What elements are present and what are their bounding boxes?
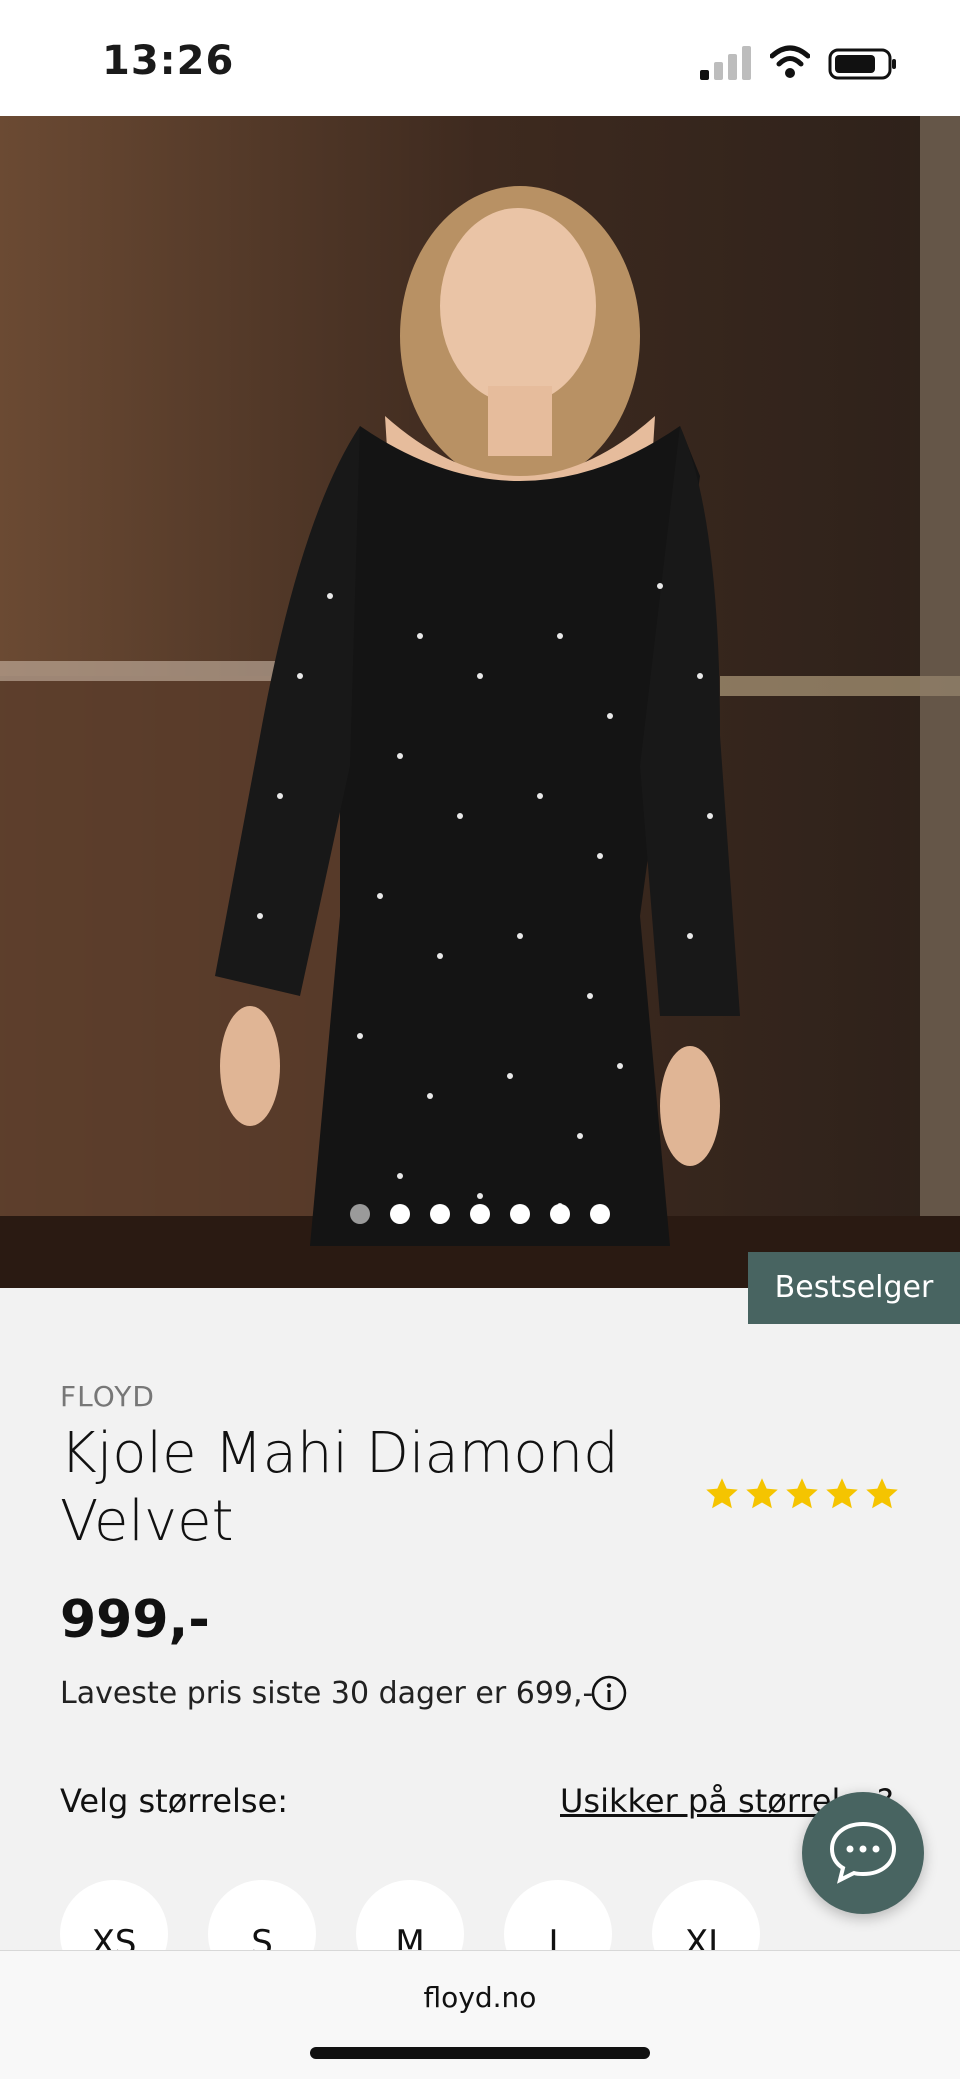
chat-button[interactable] <box>802 1792 924 1914</box>
star-icon <box>706 1478 738 1509</box>
chat-bubble-icon <box>829 1821 897 1884</box>
product-image[interactable] <box>0 116 960 1288</box>
product-price: 999,- <box>60 1590 210 1650</box>
status-time: 13:26 <box>102 38 235 84</box>
home-indicator <box>310 2047 650 2059</box>
carousel-dots <box>350 1204 610 1224</box>
carousel-dot[interactable] <box>510 1204 530 1224</box>
star-icon <box>746 1478 778 1509</box>
battery-icon <box>828 48 896 80</box>
carousel-dot[interactable] <box>390 1204 410 1224</box>
size-label: Velg størrelse: <box>60 1782 289 1820</box>
carousel-dot[interactable] <box>470 1204 490 1224</box>
brand-name[interactable]: FLOYD <box>60 1380 155 1413</box>
signal-icon <box>700 46 751 80</box>
product-photo <box>0 116 960 1288</box>
browser-url[interactable]: floyd.no <box>0 1981 960 2014</box>
status-bar: 13:26 <box>0 0 960 116</box>
star-icon <box>826 1478 858 1509</box>
carousel-dot[interactable] <box>430 1204 450 1224</box>
star-icon <box>866 1478 898 1509</box>
rating-stars[interactable] <box>704 1476 900 1512</box>
carousel-dot[interactable] <box>350 1204 370 1224</box>
carousel-dot[interactable] <box>590 1204 610 1224</box>
info-icon[interactable] <box>590 1674 628 1712</box>
browser-address-bar[interactable]: floyd.no <box>0 1950 960 2079</box>
wifi-icon <box>770 45 810 78</box>
product-title: Kjole Mahi Diamond Velvet <box>60 1421 619 1554</box>
carousel-dot[interactable] <box>550 1204 570 1224</box>
star-icon <box>786 1478 818 1509</box>
lowest-price-note: Laveste pris siste 30 dager er 699,- <box>60 1676 594 1711</box>
bestseller-badge: Bestselger <box>748 1252 960 1324</box>
